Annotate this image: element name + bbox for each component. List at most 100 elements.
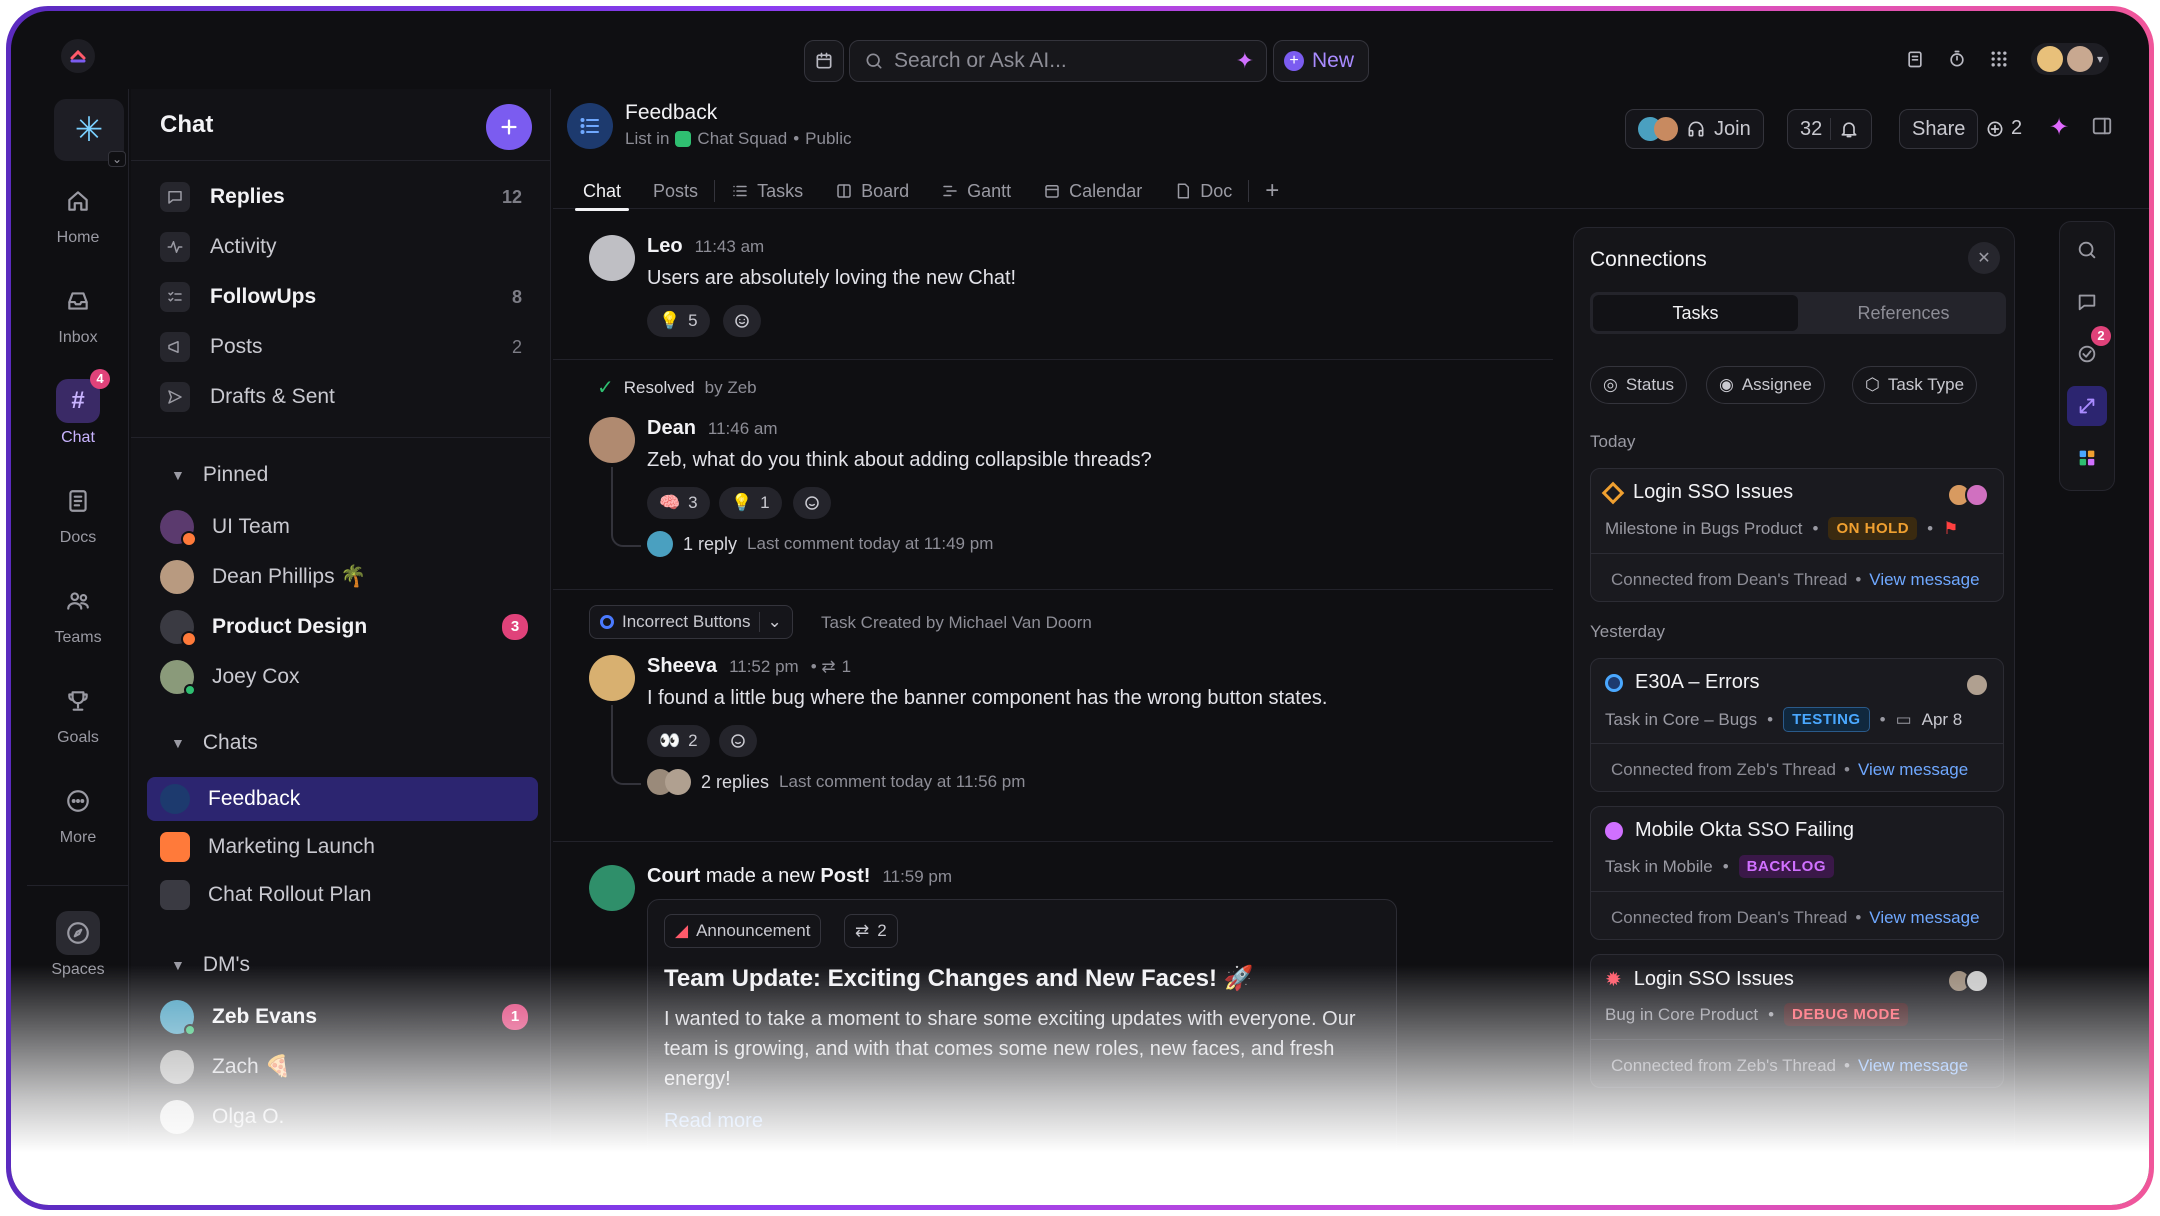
tab-gantt[interactable]: Gantt [925, 173, 1027, 209]
author-name[interactable]: Sheeva [647, 655, 717, 677]
add-view-button[interactable]: + [1249, 173, 1295, 209]
app-logo-icon[interactable] [61, 39, 95, 73]
tab-references[interactable]: References [1801, 292, 2006, 334]
sidebar-item-product-design[interactable]: Product Design 3 [147, 605, 538, 649]
sidebar-item-olga[interactable]: Olga O. [147, 1095, 538, 1139]
tab-tasks[interactable]: Tasks [715, 173, 819, 209]
add-reaction-button[interactable] [723, 305, 761, 337]
chats-section-toggle[interactable]: ▼ Chats [171, 731, 258, 755]
compass-icon [56, 911, 100, 955]
add-reaction-button[interactable] [793, 487, 831, 519]
sidebar-item-marketing-launch[interactable]: Marketing Launch [147, 825, 538, 869]
calendar-icon[interactable] [804, 40, 844, 82]
user-avatar[interactable]: ▾ [2030, 43, 2109, 75]
rail-teams[interactable]: Teams [27, 579, 129, 647]
status-circle-icon [1605, 821, 1623, 840]
thread-summary[interactable]: 1 reply Last comment today at 11:49 pm [647, 531, 993, 557]
notifications-button[interactable]: 32 [1787, 109, 1873, 149]
connection-card[interactable]: E30A – Errors Task in Core – Bugs • TESTIN… [1590, 658, 2004, 792]
tab-posts[interactable]: Posts [637, 173, 714, 209]
task-pill[interactable]: Incorrect Buttons ⌄ [589, 605, 793, 639]
reaction-chip[interactable]: 💡 1 [719, 487, 782, 519]
filter-assignee[interactable]: ◉ Assignee [1706, 366, 1825, 404]
sidebar-item-activity[interactable]: Activity [147, 225, 538, 269]
dms-section-toggle[interactable]: ▼ DM's [171, 953, 250, 977]
reaction-chip[interactable]: 👀 2 [647, 725, 710, 757]
timer-icon[interactable] [1947, 49, 1967, 69]
tab-doc[interactable]: Doc [1158, 173, 1248, 209]
add-reaction-button[interactable] [719, 725, 757, 757]
sidebar-item-replies[interactable]: Replies 12 [147, 175, 538, 219]
rail-spaces[interactable]: Spaces [27, 911, 129, 979]
ai-sparkle-icon[interactable]: ✦ [1236, 48, 1254, 74]
tab-tasks[interactable]: Tasks [1593, 295, 1798, 331]
read-more-link[interactable]: Read more [664, 1110, 763, 1133]
sidebar-item-chat-rollout-plan[interactable]: Chat Rollout Plan [147, 873, 538, 917]
view-message-link[interactable]: View message [1869, 908, 1979, 928]
rail-home[interactable]: Home [27, 179, 129, 247]
comment-icon[interactable] [2067, 282, 2107, 322]
link-count-pill[interactable]: ⇄ 2 [844, 914, 898, 948]
timestamp: 11:59 pm [882, 867, 953, 886]
rail-goals[interactable]: Goals [27, 679, 129, 747]
search-input[interactable]: Search or Ask AI... ✦ [849, 40, 1267, 82]
sidebar-item-label: Marketing Launch [208, 835, 375, 858]
connection-card[interactable]: ✹ Login SSO Issues Bug in Core Product • DE… [1590, 954, 2004, 1088]
tab-calendar[interactable]: Calendar [1027, 173, 1158, 209]
sidebar-item-feedback[interactable]: Feedback [147, 777, 538, 821]
message-header: Leo 11:43 am [647, 235, 764, 258]
sidebar-item-zach[interactable]: Zach 🍕 [147, 1045, 538, 1089]
view-message-link[interactable]: View message [1858, 760, 1968, 780]
view-message-link[interactable]: View message [1869, 570, 1979, 590]
tab-board[interactable]: Board [819, 173, 925, 209]
status-circle-icon [600, 615, 614, 629]
apps-grid-icon[interactable] [1989, 49, 2009, 69]
sidebar-item-zeb-evans[interactable]: Zeb Evans 1 [147, 995, 538, 1039]
sidebar-item-count: 2 [511, 336, 522, 357]
filter-status[interactable]: ◎ Status [1590, 366, 1688, 404]
new-chat-button[interactable] [486, 104, 532, 150]
sidebar-item-followups[interactable]: FollowUps 8 [147, 275, 538, 319]
connection-card[interactable]: Login SSO Issues Milestone in Bugs Produ… [1590, 468, 2004, 602]
channel-title: Feedback [625, 101, 718, 124]
sidebar-item-joey-cox[interactable]: Joey Cox [147, 655, 538, 699]
announcement-post[interactable]: ◢ Announcement ⇄ 2 Team Update: Exciting C… [647, 899, 1397, 1199]
connected-from: Connected from Dean's Thread [1611, 569, 1848, 589]
pinned-section-toggle[interactable]: ▼ Pinned [171, 463, 268, 487]
author-name[interactable]: Dean [647, 417, 696, 439]
close-button[interactable]: ✕ [1968, 242, 2000, 274]
rail-chat[interactable]: #4 Chat [27, 369, 129, 447]
sidebar-item-drafts[interactable]: Drafts & Sent [147, 375, 538, 419]
check-circle-icon[interactable]: 2 [2067, 326, 2111, 374]
connections-icon[interactable] [2067, 386, 2107, 426]
thread-summary[interactable]: 2 replies Last comment today at 11:56 pm [647, 769, 1025, 795]
connection-card[interactable]: Mobile Okta SSO Failing Task in Mobile • B… [1590, 806, 2004, 940]
status-circle-icon [1605, 673, 1623, 692]
share-button[interactable]: Share [1899, 109, 1979, 149]
ai-brain-icon [1987, 121, 2003, 136]
sidebar-item-ui-team[interactable]: UI Team [147, 505, 538, 549]
sidebar-item-posts[interactable]: Posts 2 [147, 325, 538, 369]
sidebar-item-dean-phillips[interactable]: Dean Phillips 🌴 [147, 555, 538, 599]
notepad-icon[interactable] [1905, 49, 1925, 69]
author-name[interactable]: Court [647, 865, 700, 887]
apps-icon[interactable] [2067, 438, 2107, 478]
ai-agents-button[interactable]: 2 [1985, 117, 2022, 140]
search-icon[interactable] [2067, 230, 2107, 270]
new-button[interactable]: + New [1273, 40, 1369, 82]
rail-more[interactable]: More [27, 779, 129, 847]
space-link[interactable]: Chat Squad [697, 129, 787, 149]
new-label: New [1312, 49, 1355, 72]
workspace-switcher[interactable]: ✳ ⌄ [54, 99, 126, 167]
filter-task-type[interactable]: ⬡ Task Type [1852, 366, 1978, 404]
reaction-chip[interactable]: 💡 5 [647, 305, 710, 337]
reaction-chip[interactable]: 🧠 3 [647, 487, 710, 519]
panel-toggle-icon[interactable] [2091, 115, 2113, 137]
ai-sparkle-icon[interactable]: ✦ [2049, 113, 2069, 142]
view-message-link[interactable]: View message [1858, 1056, 1968, 1076]
rail-docs[interactable]: Docs [27, 479, 129, 547]
join-button[interactable]: Join [1625, 109, 1764, 149]
rail-inbox[interactable]: Inbox [27, 279, 129, 347]
tab-chat[interactable]: Chat [567, 173, 637, 211]
author-name[interactable]: Leo [647, 235, 683, 257]
